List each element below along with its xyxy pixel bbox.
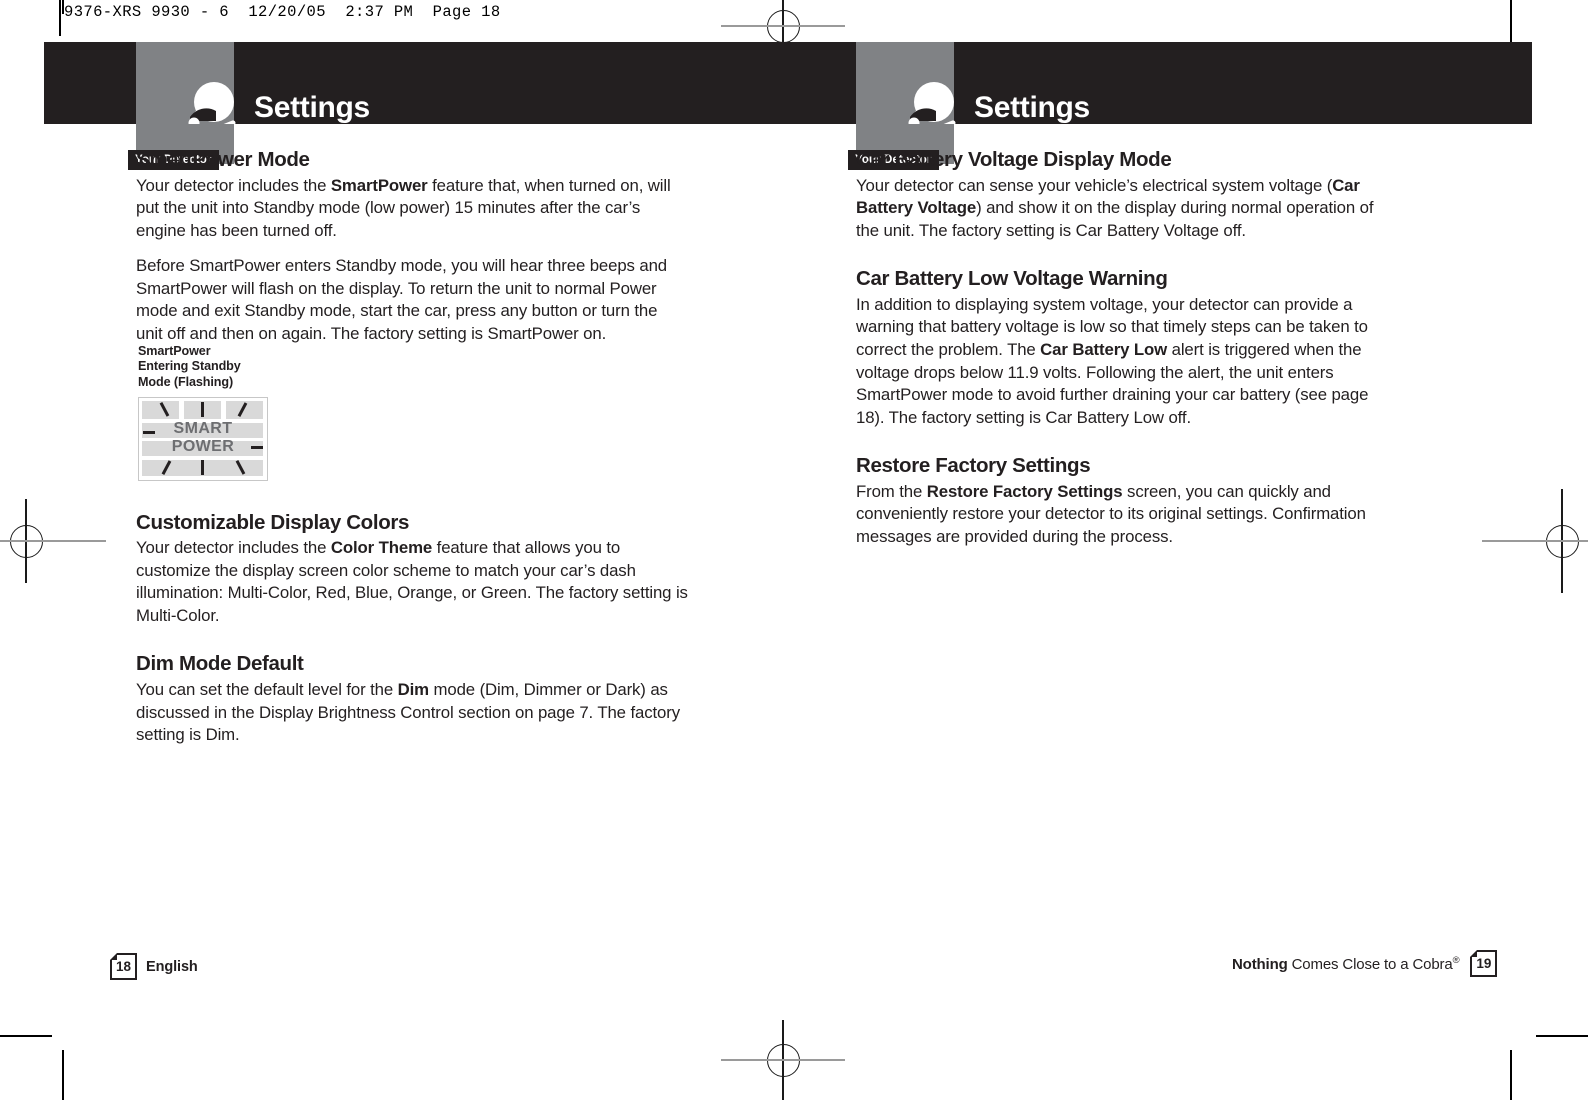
tagline-bold: Nothing — [1232, 955, 1288, 973]
page-title-left: Settings — [254, 91, 370, 124]
registration-mark-right — [1482, 489, 1588, 593]
right-page-content: Car Battery Voltage Display Mode Your de… — [856, 148, 1394, 562]
heading-restore-factory-settings: Restore Factory Settings — [856, 454, 1091, 478]
heading-dim-mode-default: Dim Mode Default — [136, 652, 304, 676]
lcd-text-line1: SMART — [173, 420, 233, 438]
heading-customizable-display-colors: Customizable Display Colors — [136, 510, 410, 534]
paragraph-battery-voltage: Your detector can sense your vehicle’s e… — [856, 175, 1374, 240]
registration-mark-bottom — [721, 1020, 845, 1100]
lcd-display-mock: SMART POWER — [138, 397, 268, 482]
flash-tick-lower-center — [201, 460, 204, 476]
crop-mark-bottom-right-v — [1510, 1050, 1512, 1100]
registration-mark-left — [0, 499, 106, 583]
page-number-badge-right: 19 — [1470, 950, 1498, 977]
footer-language-label: English — [146, 958, 198, 975]
prepress-slug: 9376-XRS 9930 - 6 12/20/05 2:37 PM Page … — [64, 3, 501, 21]
lcd-text: SMART POWER — [139, 420, 267, 455]
tagline-rest: Comes Close to a Cobra — [1287, 955, 1453, 973]
crop-mark-bottom-left-h — [0, 1035, 52, 1037]
paragraph-restore-factory: From the Restore Factory Settings screen… — [856, 481, 1366, 547]
page-number-badge-left: 18 — [110, 953, 137, 980]
registered-mark: ® — [1452, 954, 1460, 966]
footer-left: 18 English — [110, 953, 198, 980]
footer-right: Nothing Comes Close to a Cobra® 19 — [1232, 950, 1498, 977]
heading-car-battery-low-voltage-warning: Car Battery Low Voltage Warning — [856, 267, 1168, 291]
paragraph-display-colors: Your detector includes the Color Theme f… — [136, 538, 688, 625]
lcd-text-line2: POWER — [171, 437, 235, 455]
crop-mark-top-right-v — [1510, 0, 1512, 44]
figure-caption: SmartPower Entering Standby Mode (Flashing… — [138, 344, 241, 389]
footer-tagline: Nothing Comes Close to a Cobra® — [1232, 954, 1460, 973]
page-spread: 9376-XRS 9930 - 6 12/20/05 2:37 PM Page … — [0, 0, 1588, 1100]
heading-smartpower-mode: SmartPower Mode — [136, 148, 310, 171]
page-header-right: Settings Your Detector — [836, 42, 1296, 184]
flash-tick-upper-center — [201, 402, 204, 418]
registration-mark-top — [721, 0, 845, 58]
paragraph-dim-mode: You can set the default level for the Di… — [136, 680, 680, 745]
page-title-right: Settings — [974, 91, 1090, 124]
paragraph-smartpower-2: Before SmartPower enters Standby mode, y… — [136, 256, 668, 344]
paragraph-battery-low-warning: In addition to displaying system voltage… — [856, 294, 1369, 427]
crop-mark-bottom-left-v — [62, 1050, 64, 1100]
paragraph-smartpower-1: Your detector includes the SmartPower fe… — [136, 175, 671, 240]
crop-mark-bottom-right-h — [1536, 1035, 1588, 1037]
smartpower-display-figure: SmartPower Entering Standby Mode (Flashing… — [138, 344, 278, 482]
slug-rule — [59, 0, 61, 36]
page-header-left: Settings Your Detector — [116, 42, 576, 184]
heading-car-battery-voltage-display-mode: Car Battery Voltage Display Mode — [856, 148, 1172, 171]
